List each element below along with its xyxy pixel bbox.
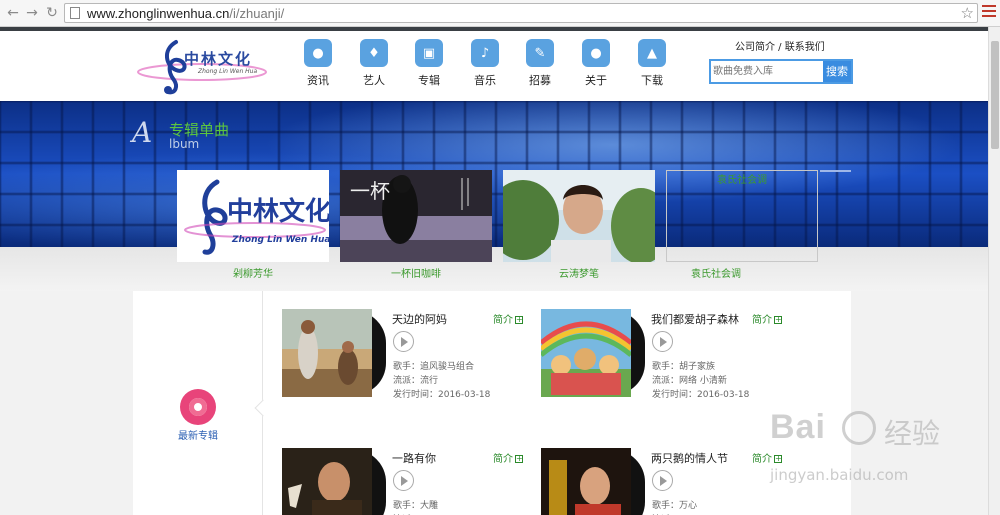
nav-item-about[interactable]: ● 关于 xyxy=(571,39,621,88)
play-button[interactable] xyxy=(393,470,414,491)
album-genre: 流派：网络 小清新 xyxy=(652,376,727,386)
recruit-icon: ✎ xyxy=(526,39,554,67)
latest-albums-panel: 最新专辑 天边的阿妈 简介 + 歌手：追风骏马组合 流派：流行 发行时间：2016… xyxy=(133,291,851,515)
page-icon xyxy=(70,7,80,19)
download-icon: ▲ xyxy=(638,39,666,67)
album-title[interactable]: 天边的阿妈 xyxy=(392,311,447,327)
album-card[interactable]: 我们都爱胡子森林 简介 + 歌手：胡子家族 流派：网络 小清新 发行时间：2016… xyxy=(541,309,786,401)
album-singer: 歌手：追风骏马组合 xyxy=(393,362,475,372)
vertical-scrollbar[interactable] xyxy=(988,27,1000,515)
logo-text: 中林文化 xyxy=(184,50,253,68)
broken-image-decoration xyxy=(820,170,851,172)
url-text: www.zhonglinwenhua.cn/i/zhuanji/ xyxy=(87,6,285,21)
featured-album-2[interactable]: 一杯 xyxy=(340,170,492,262)
featured-caption-3[interactable]: 云涛梦笔 xyxy=(503,265,655,280)
nav-item-artist[interactable]: ♦ 艺人 xyxy=(349,39,399,88)
album-cover[interactable] xyxy=(541,309,631,397)
about-icon: ● xyxy=(582,39,610,67)
broken-image-alt: 袁氏社会调 xyxy=(717,175,767,186)
album-card[interactable]: 一路有你 简介+ 歌手：大雕 流派 xyxy=(282,448,527,515)
paw-icon xyxy=(842,411,876,445)
album-title[interactable]: 两只鹅的情人节 xyxy=(651,450,728,466)
search-button[interactable]: 搜索 xyxy=(823,61,851,82)
address-bar[interactable]: www.zhonglinwenhua.cn/i/zhuanji/ ☆ xyxy=(64,3,978,23)
album-card[interactable]: 天边的阿妈 简介 + 歌手：追风骏马组合 流派：流行 发行时间：2016-03-1… xyxy=(282,309,527,401)
baidu-watermark: Bai 经验 jingyan.baidu.com xyxy=(770,408,941,484)
nav-item-album[interactable]: ▣ 专辑 xyxy=(404,39,454,88)
portrait-album-cover xyxy=(487,170,671,264)
news-icon: ● xyxy=(304,39,332,67)
featured-album-4[interactable]: 袁氏社会调 xyxy=(666,170,818,262)
album-card[interactable]: 两只鹅的情人节 简介+ 歌手：万心 流派 xyxy=(541,448,786,515)
svg-text:一杯: 一杯 xyxy=(350,179,390,203)
album-title[interactable]: 一路有你 xyxy=(392,450,436,466)
browser-toolbar: ← → ↻ www.zhonglinwenhua.cn/i/zhuanji/ ☆ xyxy=(0,0,1000,27)
album-singer: 歌手：胡子家族 xyxy=(652,362,716,372)
expand-icon: + xyxy=(515,315,523,324)
latest-album-icon xyxy=(180,389,216,425)
expand-icon: + xyxy=(774,315,782,324)
banner-lower-strip xyxy=(0,247,988,291)
featured-caption-1[interactable]: 剁柳芳华 xyxy=(177,265,329,280)
album-date: 发行时间：2016-03-18 xyxy=(393,390,491,400)
latest-albums-label[interactable]: 最新专辑 xyxy=(133,427,263,442)
featured-album-1[interactable]: 中林文化 Zhong Lin Wen Hua xyxy=(177,170,331,262)
site-header: 中林文化 Zhong Lin Wen Hua ● 资讯 ♦ 艺人 ▣ 专辑 ♪ … xyxy=(0,31,988,101)
album-intro-link[interactable]: 简介 + xyxy=(493,311,523,326)
menu-icon[interactable] xyxy=(982,5,996,19)
scrollbar-thumb[interactable] xyxy=(991,41,999,149)
album-date: 发行时间：2016-03-18 xyxy=(652,390,750,400)
nav-item-news[interactable]: ● 资讯 xyxy=(293,39,343,88)
search-box: 搜索 xyxy=(709,59,853,84)
featured-caption-2[interactable]: 一杯旧咖啡 xyxy=(340,265,492,280)
nav-item-recruit[interactable]: ✎ 招募 xyxy=(515,39,565,88)
forward-icon[interactable]: → xyxy=(24,5,40,21)
album-banner: A 专辑单曲 lbum xyxy=(0,101,988,247)
search-input[interactable] xyxy=(713,63,823,80)
album-intro-link[interactable]: 简介 + xyxy=(493,450,523,465)
nav-item-download[interactable]: ▲ 下载 xyxy=(627,39,677,88)
reload-icon[interactable]: ↻ xyxy=(44,5,60,21)
album-cover[interactable] xyxy=(541,448,631,515)
album-genre: 流派：流行 xyxy=(393,376,439,386)
album-singer: 歌手：大雕 xyxy=(393,501,439,511)
site-logo[interactable]: 中林文化 Zhong Lin Wen Hua xyxy=(132,36,272,98)
latest-albums-sidebar: 最新专辑 xyxy=(133,291,263,515)
play-button[interactable] xyxy=(652,331,673,352)
svg-text:中林文化: 中林文化 xyxy=(227,196,329,227)
logo-subtitle: Zhong Lin Wen Hua xyxy=(198,68,258,75)
album-icon: ▣ xyxy=(415,39,443,67)
coffee-album-cover: 一杯 xyxy=(340,170,492,262)
artist-icon: ♦ xyxy=(360,39,388,67)
featured-album-3[interactable] xyxy=(487,170,671,264)
svg-text:Zhong Lin Wen Hua: Zhong Lin Wen Hua xyxy=(231,235,329,245)
expand-icon: + xyxy=(515,454,523,463)
album-cover[interactable] xyxy=(282,448,372,515)
company-links[interactable]: 公司简介 / 联系我们 xyxy=(735,38,825,53)
play-button[interactable] xyxy=(393,331,414,352)
nav-item-music[interactable]: ♪ 音乐 xyxy=(460,39,510,88)
bookmark-star-icon[interactable]: ☆ xyxy=(961,4,974,22)
music-icon: ♪ xyxy=(471,39,499,67)
featured-caption-4[interactable]: 袁氏社会调 xyxy=(640,265,792,280)
album-singer: 歌手：万心 xyxy=(652,501,698,511)
album-cover[interactable] xyxy=(282,309,372,397)
play-button[interactable] xyxy=(652,470,673,491)
zhonglin-logo-cover: 中林文化 Zhong Lin Wen Hua xyxy=(177,170,331,262)
album-intro-link[interactable]: 简介 + xyxy=(752,311,782,326)
album-heading: A 专辑单曲 lbum xyxy=(132,116,230,152)
back-icon[interactable]: ← xyxy=(5,5,21,21)
album-title[interactable]: 我们都爱胡子森林 xyxy=(651,311,739,327)
